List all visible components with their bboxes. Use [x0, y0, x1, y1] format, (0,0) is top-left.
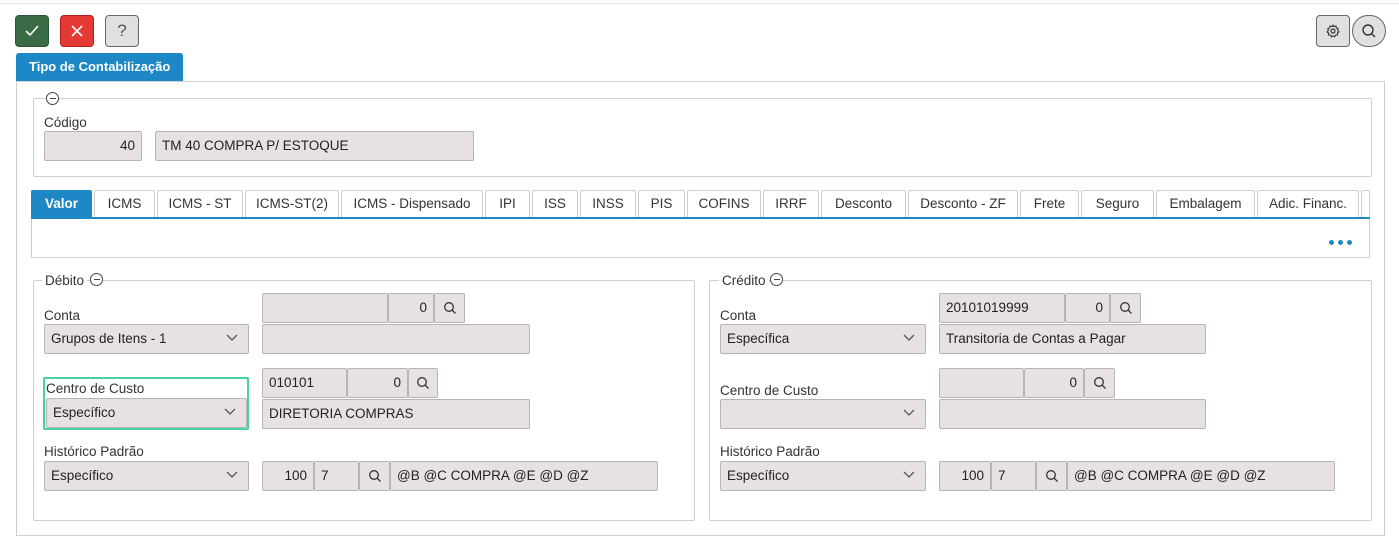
- debito-hist-desc[interactable]: @B @C COMPRA @E @D @Z: [390, 461, 658, 491]
- search-icon: [1093, 377, 1106, 389]
- tab-pis[interactable]: PIS: [638, 190, 685, 217]
- credito-hist-num1[interactable]: 100: [939, 461, 991, 491]
- credito-hist-desc[interactable]: @B @C COMPRA @E @D @Z: [1067, 461, 1335, 491]
- help-icon: ?: [117, 21, 127, 40]
- tab-content: [31, 219, 1370, 258]
- chevron-down-icon: [903, 471, 915, 478]
- debito-conta-select[interactable]: Grupos de Itens - 1: [44, 324, 249, 354]
- settings-button[interactable]: [1316, 15, 1350, 47]
- tab-icms-st[interactable]: ICMS - ST: [157, 190, 243, 217]
- debito-cc-desc[interactable]: DIRETORIA COMPRAS: [262, 399, 530, 429]
- credito-hist-select-value: Específico: [727, 468, 790, 483]
- tab-icms-dispensado[interactable]: ICMS - Dispensado: [341, 190, 483, 217]
- credito-cc-search-button[interactable]: [1084, 368, 1115, 398]
- debito-hist-num2[interactable]: 7: [314, 461, 359, 491]
- search-icon: [368, 470, 381, 482]
- debito-hist-select-value: Específico: [51, 468, 114, 483]
- debito-conta-search-button[interactable]: [434, 293, 465, 323]
- credito-hist-label: Histórico Padrão: [720, 444, 820, 459]
- codigo-label: Código: [44, 115, 87, 130]
- debito-conta-label: Conta: [44, 308, 81, 323]
- credito-conta-code[interactable]: 20101019999: [939, 293, 1065, 323]
- chevron-down-icon: [226, 334, 238, 341]
- tab-icms[interactable]: ICMS: [94, 190, 155, 217]
- credito-hist-num2[interactable]: 7: [991, 461, 1036, 491]
- check-icon: [25, 25, 39, 37]
- tab-cofins[interactable]: COFINS: [687, 190, 761, 217]
- credito-cc-num[interactable]: 0: [1024, 368, 1084, 398]
- credito-conta-select-value: Específica: [727, 331, 790, 346]
- credito-title: Crédito: [719, 273, 769, 288]
- search-icon: [1119, 302, 1132, 314]
- tab-embalagem[interactable]: Embalagem: [1156, 190, 1255, 217]
- collapse-icon[interactable]: [46, 92, 59, 105]
- tab-icms-st-2[interactable]: ICMS-ST(2): [245, 190, 339, 217]
- tab-ipi[interactable]: IPI: [485, 190, 530, 217]
- credito-cc-label: Centro de Custo: [720, 383, 819, 398]
- debito-hist-label: Histórico Padrão: [44, 444, 144, 459]
- search-icon: [1045, 470, 1058, 482]
- help-button[interactable]: ?: [105, 15, 139, 47]
- search-icon: [1362, 24, 1376, 38]
- chevron-down-icon: [226, 471, 238, 478]
- debito-hist-search-button[interactable]: [359, 461, 390, 491]
- tab-valor[interactable]: Valor: [31, 190, 92, 217]
- credito-conta-num[interactable]: 0: [1065, 293, 1110, 323]
- tab-iss[interactable]: ISS: [532, 190, 578, 217]
- more-tabs-icon[interactable]: [1329, 240, 1352, 245]
- debito-cc-num[interactable]: 0: [347, 368, 408, 398]
- credito-conta-label: Conta: [720, 308, 757, 323]
- credito-collapse-icon[interactable]: [770, 273, 783, 286]
- debito-hist-select[interactable]: Específico: [44, 461, 249, 491]
- credito-hist-search-button[interactable]: [1036, 461, 1067, 491]
- search-icon: [443, 302, 456, 314]
- debito-hist-num1[interactable]: 100: [262, 461, 314, 491]
- debito-cc-code[interactable]: 010101: [262, 368, 347, 398]
- tab-adic-financ[interactable]: Adic. Financ.: [1257, 190, 1359, 217]
- tab-desconto[interactable]: Desconto: [821, 190, 906, 217]
- top-divider: [0, 3, 1399, 4]
- debito-cc-search-button[interactable]: [408, 368, 438, 398]
- tab-overflow[interactable]: [1361, 190, 1370, 217]
- debito-conta-select-value: Grupos de Itens - 1: [51, 331, 167, 346]
- debito-collapse-icon[interactable]: [90, 273, 103, 286]
- credito-conta-desc[interactable]: Transitoria de Contas a Pagar: [939, 324, 1206, 354]
- tab-inss[interactable]: INSS: [580, 190, 636, 217]
- credito-cc-desc[interactable]: [939, 399, 1206, 429]
- credito-cc-code[interactable]: [939, 368, 1024, 398]
- chevron-down-icon: [903, 409, 915, 416]
- credito-conta-select[interactable]: Específica: [720, 324, 926, 354]
- close-icon: [71, 25, 83, 37]
- search-icon: [417, 377, 429, 389]
- credito-conta-search-button[interactable]: [1110, 293, 1141, 323]
- debito-cc-select-value: Específico: [53, 405, 116, 420]
- debito-conta-num[interactable]: 0: [388, 293, 434, 323]
- search-button[interactable]: [1352, 15, 1386, 47]
- debito-conta-code[interactable]: [262, 293, 388, 323]
- descricao-input[interactable]: TM 40 COMPRA P/ ESTOQUE: [155, 131, 474, 161]
- credito-cc-select[interactable]: [720, 399, 926, 429]
- tab-frete[interactable]: Frete: [1020, 190, 1079, 217]
- tab-tipo-contabilizacao[interactable]: Tipo de Contabilização: [16, 53, 184, 81]
- cancel-button[interactable]: [60, 15, 94, 47]
- codigo-input[interactable]: 40: [44, 131, 142, 161]
- tab-desconto-zf[interactable]: Desconto - ZF: [908, 190, 1018, 217]
- confirm-button[interactable]: [15, 15, 49, 47]
- tab-irrf[interactable]: IRRF: [763, 190, 819, 217]
- chevron-down-icon: [224, 408, 236, 415]
- debito-cc-select[interactable]: Específico: [46, 398, 247, 428]
- debito-title: Débito: [42, 273, 88, 288]
- credito-hist-select[interactable]: Específico: [720, 461, 926, 491]
- debito-cc-label: Centro de Custo: [46, 381, 145, 396]
- debito-conta-desc[interactable]: [262, 324, 530, 354]
- gear-icon: [1326, 24, 1340, 38]
- chevron-down-icon: [903, 334, 915, 341]
- tab-seguro[interactable]: Seguro: [1081, 190, 1154, 217]
